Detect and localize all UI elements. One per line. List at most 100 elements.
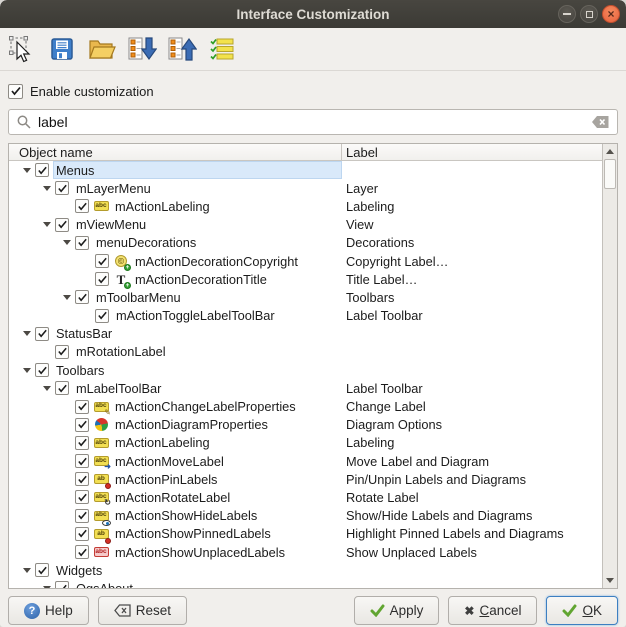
row-checkbox[interactable] bbox=[75, 436, 89, 450]
expander-icon[interactable] bbox=[19, 568, 35, 573]
cancel-button-label: Cancel bbox=[479, 603, 521, 618]
scrollbar-thumb[interactable] bbox=[604, 159, 616, 189]
save-customization-button[interactable] bbox=[46, 33, 78, 65]
tree-row[interactable]: mActionDiagramPropertiesDiagram Options bbox=[9, 416, 602, 434]
maximize-icon bbox=[586, 11, 593, 18]
tree-row[interactable]: mLayerMenuLayer bbox=[9, 179, 602, 197]
open-customization-button[interactable] bbox=[86, 33, 118, 65]
row-checkbox[interactable] bbox=[55, 181, 69, 195]
cancel-button[interactable]: ✖Cancel bbox=[448, 596, 537, 625]
vertical-scrollbar[interactable] bbox=[602, 144, 617, 588]
row-checkbox[interactable] bbox=[95, 254, 109, 268]
scrollbar-track[interactable] bbox=[603, 159, 617, 573]
expander-icon[interactable] bbox=[39, 186, 55, 191]
clear-search-icon[interactable] bbox=[591, 115, 610, 129]
object-label: Pin/Unpin Labels and Diagrams bbox=[342, 470, 602, 488]
expander-icon[interactable] bbox=[39, 586, 55, 588]
row-checkbox[interactable] bbox=[75, 418, 89, 432]
tree-row[interactable]: abcmActionLabelingLabeling bbox=[9, 197, 602, 215]
apply-check-icon bbox=[370, 604, 385, 617]
ok-button-label: OK bbox=[582, 603, 602, 618]
decoration-copyright-icon: ©+ bbox=[113, 253, 129, 269]
tree-row[interactable]: Widgets bbox=[9, 561, 602, 579]
expander-icon[interactable] bbox=[59, 240, 75, 245]
row-checkbox[interactable] bbox=[75, 545, 89, 559]
tree-row[interactable]: abmActionPinLabelsPin/Unpin Labels and D… bbox=[9, 470, 602, 488]
expander-icon[interactable] bbox=[59, 295, 75, 300]
scroll-up-button[interactable] bbox=[603, 144, 617, 159]
row-checkbox[interactable] bbox=[75, 290, 89, 304]
row-checkbox[interactable] bbox=[35, 327, 49, 341]
row-checkbox[interactable] bbox=[75, 454, 89, 468]
reset-button[interactable]: Reset bbox=[98, 596, 187, 625]
pin-labels-icon: ab bbox=[93, 471, 109, 487]
object-name: mActionLabeling bbox=[112, 434, 342, 452]
titlebar[interactable]: Interface Customization × bbox=[0, 0, 626, 28]
expander-icon[interactable] bbox=[39, 222, 55, 227]
checkmark-icon bbox=[77, 437, 88, 448]
tree-row[interactable]: T+mActionDecorationTitleTitle Label… bbox=[9, 270, 602, 288]
minimize-button[interactable] bbox=[558, 5, 576, 23]
tree-row[interactable]: mRotationLabel bbox=[9, 343, 602, 361]
tree-row[interactable]: mViewMenuView bbox=[9, 216, 602, 234]
column-header-object-name[interactable]: Object name bbox=[9, 144, 342, 160]
tree-row[interactable]: StatusBar bbox=[9, 325, 602, 343]
tree-row[interactable]: mLabelToolBarLabel Toolbar bbox=[9, 379, 602, 397]
search-input[interactable] bbox=[38, 114, 585, 130]
select-all-button[interactable] bbox=[206, 33, 238, 65]
row-checkbox[interactable] bbox=[75, 472, 89, 486]
ok-button[interactable]: OK bbox=[546, 596, 618, 625]
tree-row[interactable]: mActionToggleLabelToolBarLabel Toolbar bbox=[9, 307, 602, 325]
apply-button[interactable]: Apply bbox=[354, 596, 440, 625]
maximize-button[interactable] bbox=[580, 5, 598, 23]
collapse-all-button[interactable] bbox=[166, 33, 198, 65]
row-checkbox[interactable] bbox=[95, 309, 109, 323]
object-label: Diagram Options bbox=[342, 416, 602, 434]
object-label: Show/Hide Labels and Diagrams bbox=[342, 507, 602, 525]
tree-row[interactable]: QgsAbout bbox=[9, 579, 602, 588]
expander-icon[interactable] bbox=[39, 386, 55, 391]
widget-catcher-button[interactable] bbox=[6, 33, 38, 65]
row-checkbox[interactable] bbox=[35, 163, 49, 177]
expander-icon[interactable] bbox=[19, 331, 35, 336]
expand-all-button[interactable] bbox=[126, 33, 158, 65]
help-button[interactable]: ?Help bbox=[8, 596, 89, 625]
scroll-down-button[interactable] bbox=[603, 573, 617, 588]
object-label: Labeling bbox=[342, 197, 602, 215]
row-checkbox[interactable] bbox=[75, 509, 89, 523]
row-checkbox[interactable] bbox=[35, 563, 49, 577]
close-button[interactable]: × bbox=[602, 5, 620, 23]
column-header-label[interactable]: Label bbox=[342, 144, 602, 160]
row-checkbox[interactable] bbox=[75, 236, 89, 250]
enable-customization-checkbox[interactable] bbox=[8, 84, 23, 99]
row-checkbox[interactable] bbox=[75, 490, 89, 504]
tree-row[interactable]: abcmActionShowUnplacedLabelsShow Unplace… bbox=[9, 543, 602, 561]
row-checkbox[interactable] bbox=[75, 527, 89, 541]
tree-row[interactable]: abc➜mActionMoveLabelMove Label and Diagr… bbox=[9, 452, 602, 470]
checkmark-icon bbox=[77, 547, 88, 558]
row-checkbox[interactable] bbox=[35, 363, 49, 377]
tree-row[interactable]: menuDecorationsDecorations bbox=[9, 234, 602, 252]
row-checkbox[interactable] bbox=[75, 199, 89, 213]
reset-button-label: Reset bbox=[136, 603, 171, 618]
tree-row[interactable]: Menus bbox=[9, 161, 602, 179]
tree-row[interactable]: abcmActionLabelingLabeling bbox=[9, 434, 602, 452]
row-checkbox[interactable] bbox=[95, 272, 109, 286]
checkmark-icon bbox=[97, 256, 108, 267]
row-checkbox[interactable] bbox=[55, 581, 69, 588]
tree-row[interactable]: ©+mActionDecorationCopyrightCopyright La… bbox=[9, 252, 602, 270]
search-box[interactable] bbox=[8, 109, 618, 135]
tree-row[interactable]: abcmActionShowHideLabelsShow/Hide Labels… bbox=[9, 507, 602, 525]
row-checkbox[interactable] bbox=[75, 400, 89, 414]
expander-icon[interactable] bbox=[19, 368, 35, 373]
expander-icon[interactable] bbox=[19, 168, 35, 173]
tree-row[interactable]: Toolbars bbox=[9, 361, 602, 379]
tree-row[interactable]: abc↻mActionRotateLabelRotate Label bbox=[9, 488, 602, 506]
row-checkbox[interactable] bbox=[55, 218, 69, 232]
tree-row[interactable]: mToolbarMenuToolbars bbox=[9, 288, 602, 306]
tree-row[interactable]: abc✎mActionChangeLabelPropertiesChange L… bbox=[9, 397, 602, 415]
row-checkbox[interactable] bbox=[55, 345, 69, 359]
row-checkbox[interactable] bbox=[55, 381, 69, 395]
tree-row[interactable]: abmActionShowPinnedLabelsHighlight Pinne… bbox=[9, 525, 602, 543]
checkmark-icon bbox=[97, 310, 108, 321]
